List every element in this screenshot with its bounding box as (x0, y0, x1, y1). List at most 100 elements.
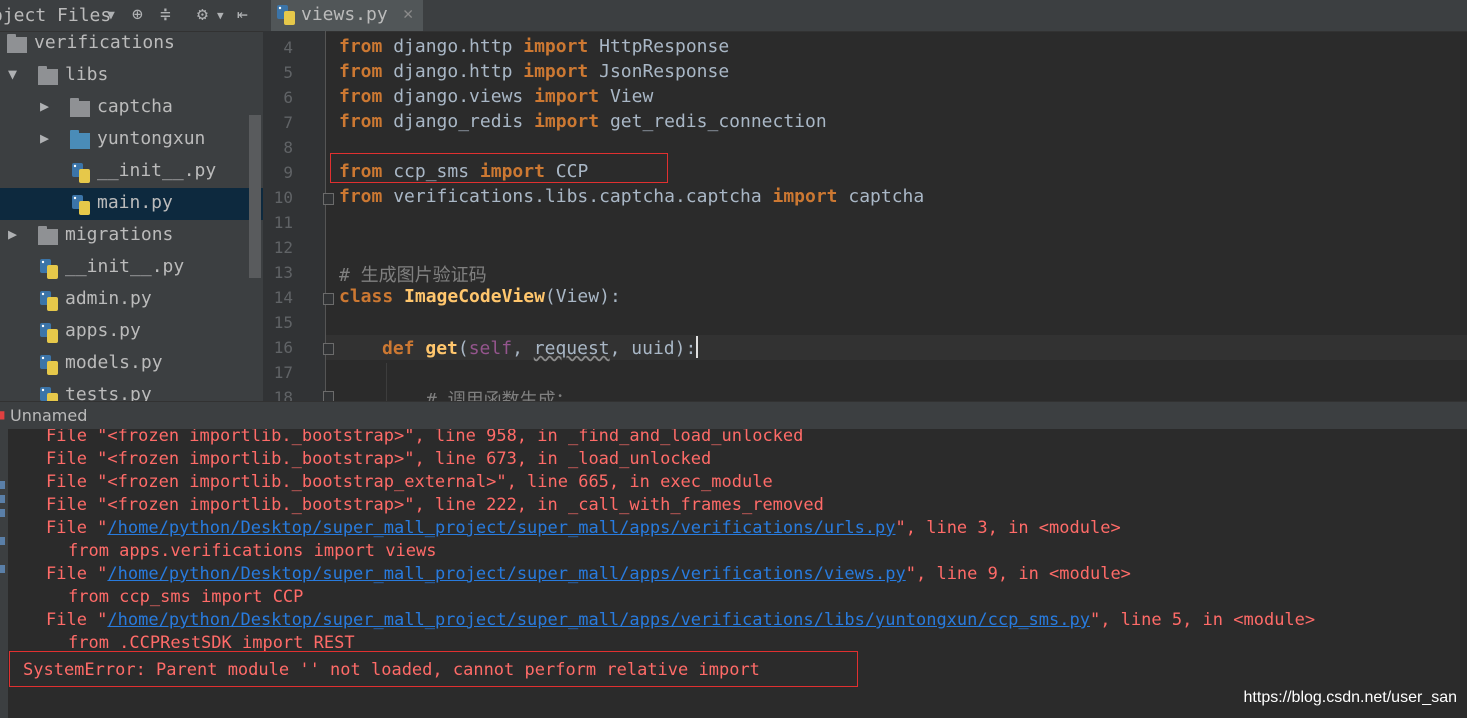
gear-icon[interactable]: ⚙ (197, 4, 208, 25)
fold-marker[interactable] (323, 193, 334, 205)
tree-item-label: main.py (97, 192, 173, 213)
code-comment-line-18: # 调用函数生成： (426, 390, 574, 401)
code-comment-line-13: # 生成图片验证码 (339, 265, 487, 286)
self-param: self (468, 338, 513, 359)
traceback-text: File " (46, 610, 108, 630)
module-name: django.views (382, 86, 535, 107)
traceback-text: ", line 9, in <module> (905, 564, 1131, 584)
toolbar-icon[interactable] (0, 509, 5, 517)
file-path-link[interactable]: /home/python/Desktop/super_mall_project/… (107, 518, 895, 538)
tab-label: views.py (301, 4, 388, 25)
collapsed-arrow-icon[interactable]: ▶ (40, 97, 49, 115)
fold-marker[interactable] (323, 391, 334, 401)
project-view-selector[interactable]: oject Files (0, 5, 111, 26)
traceback-text: from apps.verifications import views (68, 541, 437, 561)
highlight-box-system-error (9, 651, 858, 687)
toolbar-icon[interactable] (0, 495, 5, 503)
keyword: class (339, 286, 394, 307)
imported-name: get_redis_connection (599, 111, 827, 132)
traceback-line: File "/home/python/Desktop/super_mall_pr… (46, 518, 1121, 538)
keyword: from (339, 36, 383, 57)
toolbar-icon[interactable] (0, 565, 5, 573)
folder-icon (38, 226, 58, 245)
locate-icon[interactable]: ⊕ (132, 4, 143, 25)
fold-marker[interactable] (323, 343, 334, 355)
python-file-icon (72, 195, 90, 215)
imported-name: JsonResponse (588, 61, 730, 82)
python-file-icon (40, 291, 58, 311)
keyword: import (772, 186, 838, 207)
keyword: from (339, 186, 383, 207)
file-path-link[interactable]: /home/python/Desktop/super_mall_project/… (107, 564, 905, 584)
tree-item[interactable]: __init__.py (0, 156, 263, 188)
traceback-text: File "<frozen importlib._bootstrap>", li… (46, 495, 824, 515)
keyword: import (523, 36, 589, 57)
tree-item-label: apps.py (65, 320, 141, 341)
highlight-box-import-ccp (330, 153, 668, 183)
code-line-5: from django.http import JsonResponse (339, 61, 729, 86)
function-name: get (425, 338, 458, 359)
tab-views-py[interactable]: views.py ✕ (271, 0, 423, 31)
file-path-link[interactable]: /home/python/Desktop/super_mall_project/… (107, 610, 1090, 630)
keyword: def (382, 338, 415, 359)
tree-scrollbar[interactable] (249, 115, 261, 278)
python-file-icon (40, 355, 58, 375)
run-config-name[interactable]: Unnamed (10, 406, 87, 425)
module-name: django.http (382, 61, 524, 82)
traceback-line: File "<frozen importlib._bootstrap>", li… (46, 429, 803, 446)
tree-item-label: admin.py (65, 288, 152, 309)
chevron-down-icon[interactable]: ▼ (107, 8, 115, 23)
tree-item[interactable]: __init__.py (0, 252, 263, 284)
line-number: 17 (273, 363, 293, 382)
tree-item[interactable]: admin.py (0, 284, 263, 316)
line-number: 5 (283, 63, 293, 82)
collapse-all-icon[interactable]: ≑ (160, 4, 171, 25)
tree-item[interactable]: main.py (0, 188, 263, 220)
console-output[interactable]: File "<frozen importlib._bootstrap>", li… (8, 429, 1467, 718)
line-number: 6 (283, 88, 293, 107)
tree-item[interactable]: tests.py (0, 380, 263, 401)
expanded-arrow-icon[interactable]: ▼ (8, 65, 17, 83)
code-line-6: from django.views import View (339, 86, 653, 111)
tree-item[interactable]: ▶ yuntongxun (0, 124, 263, 156)
class-name: ImageCodeView (404, 286, 545, 307)
hide-panel-icon[interactable]: ⇤ (237, 4, 248, 25)
line-number: 13 (273, 263, 293, 282)
traceback-text: from ccp_sms import CCP (68, 587, 304, 607)
line-number: 8 (283, 138, 293, 157)
tree-item-label: yuntongxun (97, 128, 206, 149)
traceback-line: File "/home/python/Desktop/super_mall_pr… (46, 610, 1315, 630)
collapsed-arrow-icon[interactable]: ▶ (40, 129, 49, 147)
toolbar-icon[interactable] (0, 537, 5, 545)
line-number: 12 (273, 238, 293, 257)
tree-item[interactable]: apps.py (0, 316, 263, 348)
fold-marker[interactable] (323, 293, 334, 305)
code-editor[interactable]: views.py ✕ 4 5 6 7 8 9 10 11 12 13 14 15 16 17 18 from… (263, 0, 1467, 401)
collapsed-arrow-icon[interactable]: ▶ (8, 225, 17, 243)
traceback-line: File "<frozen importlib._bootstrap>", li… (46, 449, 711, 469)
tree-item-label: libs (65, 64, 109, 85)
chevron-down-icon[interactable]: ▼ (217, 9, 224, 22)
indent-guide (386, 363, 387, 401)
run-toolbar-strip (0, 429, 8, 718)
line-number: 16 (273, 338, 293, 357)
close-icon[interactable]: ✕ (403, 4, 413, 24)
imported-name: View (599, 86, 654, 107)
tree-item[interactable]: verifications (0, 28, 263, 60)
toolbar-icon[interactable] (0, 481, 5, 489)
tree-item[interactable]: ▼ libs (0, 60, 263, 92)
python-file-icon (277, 5, 295, 25)
tree-item-label: models.py (65, 352, 163, 373)
tree-item[interactable]: ▶ captcha (0, 92, 263, 124)
keyword: from (339, 61, 383, 82)
tree-item-label: __init__.py (65, 256, 185, 277)
traceback-line: from .CCPRestSDK import REST (68, 633, 355, 653)
folder-icon (70, 130, 90, 149)
error-run-icon: ■ (0, 407, 5, 423)
traceback-line: File "<frozen importlib._bootstrap_exter… (46, 472, 773, 492)
tree-item[interactable]: models.py (0, 348, 263, 380)
tree-item[interactable]: ▶ migrations (0, 220, 263, 252)
imported-name: HttpResponse (588, 36, 730, 57)
tree-item-label: __init__.py (97, 160, 217, 181)
